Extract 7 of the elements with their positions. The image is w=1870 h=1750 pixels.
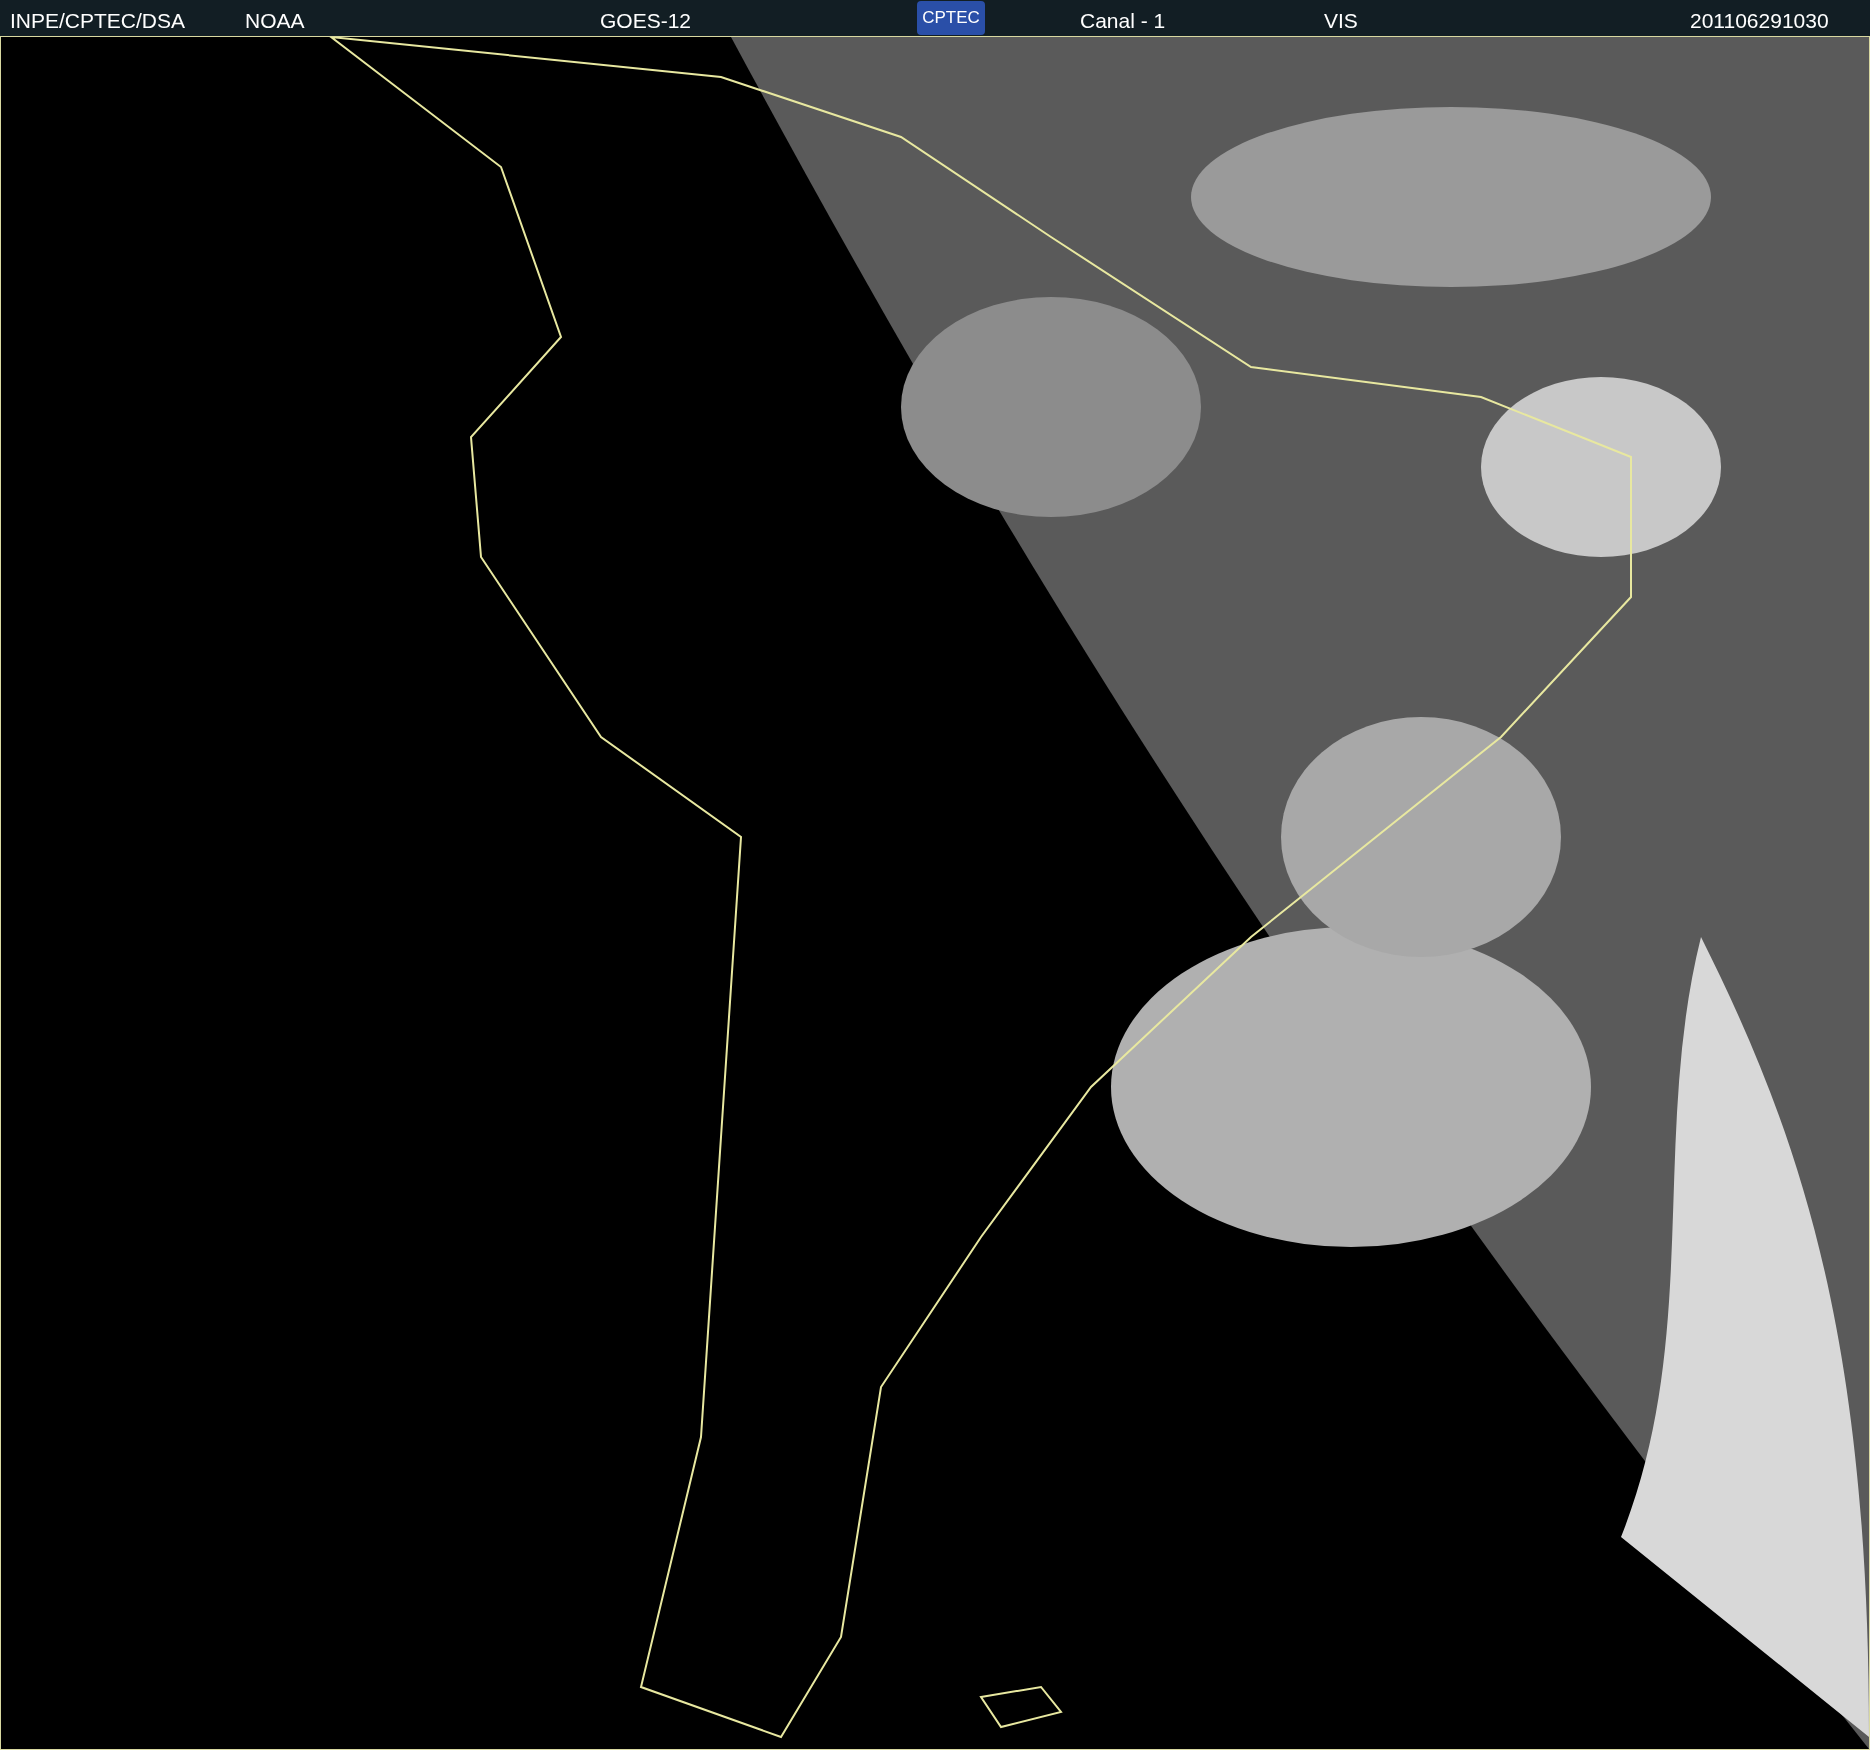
header-label: VIS — [1324, 8, 1358, 34]
logo: CPTEC — [917, 1, 985, 35]
header-label: INPE/CPTEC/DSA — [10, 8, 186, 34]
header-label: NOAA — [245, 8, 305, 34]
header-label: Canal - 1 — [1080, 8, 1166, 34]
header-label: 201106291030 — [1690, 8, 1829, 34]
header-label: GOES-12 — [600, 8, 692, 34]
